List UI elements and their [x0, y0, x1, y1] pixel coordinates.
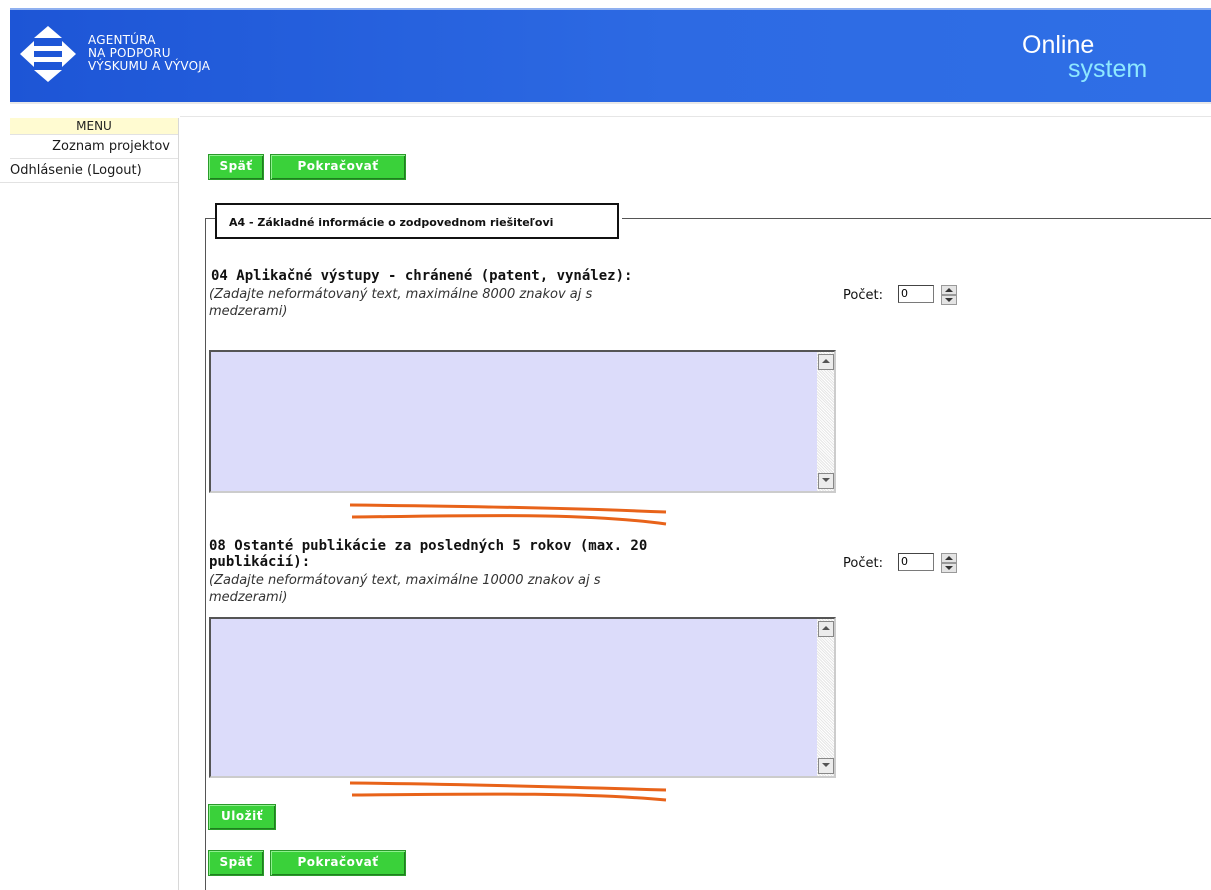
back-button[interactable]: Späť [208, 850, 264, 876]
field-08-count-spinner[interactable] [941, 553, 957, 573]
textarea-scrollbar[interactable] [817, 619, 834, 776]
menu-title: MENU [10, 118, 178, 134]
sidebar-item-logout[interactable]: Odhlásenie (Logout) [0, 159, 178, 183]
field-04-hint-line: medzerami) [209, 304, 288, 319]
spin-up-icon[interactable] [941, 285, 957, 295]
field-08-hint-line: medzerami) [209, 590, 288, 605]
sidebar-item-projects[interactable]: Zoznam projektov [10, 134, 178, 159]
agency-name-line: VÝSKUMU A VÝVOJA [88, 59, 211, 73]
field-08-title: 08 Ostanté publikácie za posledných 5 ro… [209, 538, 729, 570]
save-button[interactable]: Uložiť [208, 804, 276, 830]
field-08-count-input[interactable]: 0 [898, 553, 934, 571]
agency-name: AGENTÚRA NA PODPORU VÝSKUMU A VÝVOJA [88, 34, 210, 73]
continue-button[interactable]: Pokračovať [270, 850, 406, 876]
field-04-hint-line: (Zadajte neformátovaný text, maximálne 8… [209, 287, 593, 302]
scroll-down-icon[interactable] [818, 473, 834, 489]
strike-mark-icon [349, 503, 667, 526]
field-04-count-spinner[interactable] [941, 285, 957, 305]
continue-button[interactable]: Pokračovať [270, 154, 406, 180]
agency-logo-icon [20, 26, 76, 82]
strike-mark-icon [349, 781, 667, 802]
field-08-hint: (Zadajte neformátovaný text, maximálne 1… [209, 572, 601, 606]
header-separator [10, 102, 1211, 104]
field-04-count-label: Počet: [843, 288, 883, 303]
fieldset-border [205, 218, 206, 890]
spin-up-icon[interactable] [941, 553, 957, 563]
content-top-divider [180, 116, 1211, 117]
scroll-up-icon[interactable] [818, 621, 834, 637]
spin-down-icon[interactable] [941, 563, 957, 573]
field-08-title-line: 08 Ostanté publikácie za posledných 5 ro… [209, 538, 648, 554]
field-08-textarea[interactable] [209, 617, 836, 778]
field-04-count-input[interactable]: 0 [898, 285, 934, 303]
field-04-textarea[interactable] [209, 350, 836, 493]
field-08-hint-line: (Zadajte neformátovaný text, maximálne 1… [209, 573, 601, 588]
system-word: system [1068, 55, 1148, 83]
scroll-up-icon[interactable] [818, 354, 834, 370]
field-08-title-line: publikácií): [209, 554, 311, 570]
field-08-count-label: Počet: [843, 556, 883, 571]
field-04-hint: (Zadajte neformátovaný text, maximálne 8… [209, 286, 592, 320]
back-button[interactable]: Späť [208, 154, 264, 180]
section-legend: A4 - Základné informácie o zodpovednom r… [215, 203, 619, 239]
header-banner: AGENTÚRA NA PODPORU VÝSKUMU A VÝVOJA Onl… [10, 10, 1211, 102]
textarea-scrollbar[interactable] [817, 352, 834, 491]
sidebar: MENU Zoznam projektov Odhlásenie (Logout… [0, 118, 179, 890]
field-04-title: 04 Aplikačné výstupy - chránené (patent,… [211, 268, 633, 284]
fieldset-border [622, 218, 1211, 219]
scroll-down-icon[interactable] [818, 758, 834, 774]
spin-down-icon[interactable] [941, 295, 957, 305]
